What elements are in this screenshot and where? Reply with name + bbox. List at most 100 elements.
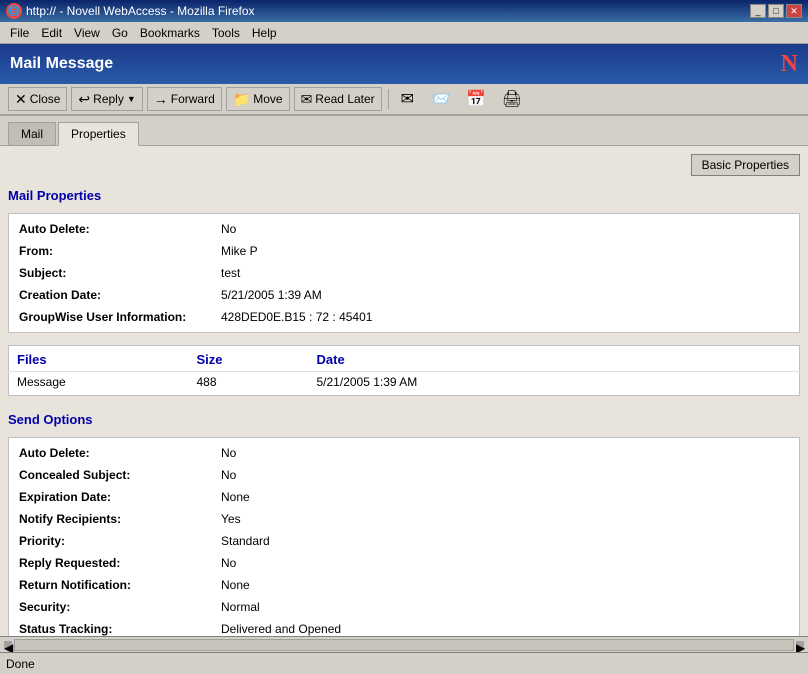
prop-label: From: — [11, 241, 211, 261]
send-options-header: Send Options — [8, 408, 800, 431]
menu-edit[interactable]: Edit — [35, 24, 68, 42]
read-later-button[interactable]: ✉ Read Later — [294, 87, 382, 111]
prop-label: Reply Requested: — [11, 553, 211, 573]
email-icon-btn[interactable]: ✉ — [395, 87, 420, 111]
basic-props-bar: Basic Properties — [8, 154, 800, 176]
mail-properties-header: Mail Properties — [8, 184, 800, 207]
prop-value: None — [213, 487, 797, 507]
reply-button[interactable]: ↩ Reply ▼ — [71, 87, 142, 111]
envelope-icon: ✉ — [401, 89, 414, 109]
read-later-icon: ✉ — [301, 91, 313, 108]
browser-icon: 🌐 — [6, 3, 22, 19]
prop-label: Notify Recipients: — [11, 509, 211, 529]
forward-label: Forward — [171, 92, 215, 106]
move-label: Move — [253, 92, 282, 106]
open-envelope-icon: 📨 — [430, 89, 450, 109]
open-icon-btn[interactable]: 📨 — [424, 87, 456, 111]
prop-value: Yes — [213, 509, 797, 529]
close-label: Close — [30, 92, 61, 106]
tab-mail[interactable]: Mail — [8, 122, 56, 145]
prop-label: Security: — [11, 597, 211, 617]
menu-view[interactable]: View — [68, 24, 106, 42]
prop-label: Auto Delete: — [11, 216, 211, 239]
prop-value: 5/21/2005 1:39 AM — [213, 285, 797, 305]
prop-value: No — [213, 440, 797, 463]
table-row: Expiration Date: None — [11, 487, 797, 507]
table-row: Auto Delete: No — [11, 440, 797, 463]
prop-value: None — [213, 575, 797, 595]
reply-icon: ↩ — [78, 91, 90, 108]
scrollbar-track[interactable] — [14, 639, 794, 651]
status-bar: Done — [0, 652, 808, 674]
menu-bookmarks[interactable]: Bookmarks — [134, 24, 206, 42]
prop-label: Status Tracking: — [11, 619, 211, 636]
table-row: Creation Date: 5/21/2005 1:39 AM — [11, 285, 797, 305]
prop-value: test — [213, 263, 797, 283]
mail-properties-table: Auto Delete: No From: Mike P Subject: te… — [8, 213, 800, 333]
app-title: Mail Message — [10, 55, 113, 73]
file-date: 5/21/2005 1:39 AM — [309, 372, 800, 396]
move-button[interactable]: 📁 Move — [226, 87, 290, 111]
prop-value: No — [213, 465, 797, 485]
tab-properties[interactable]: Properties — [58, 122, 139, 146]
table-row: Subject: test — [11, 263, 797, 283]
maximize-button[interactable]: □ — [768, 4, 784, 18]
toolbar: ✕ Close ↩ Reply ▼ → Forward 📁 Move ✉ Rea… — [0, 84, 808, 116]
close-button[interactable]: ✕ Close — [8, 87, 67, 111]
move-icon: 📁 — [233, 91, 250, 108]
scroll-left-btn[interactable]: ◀ — [4, 641, 12, 649]
table-row: From: Mike P — [11, 241, 797, 261]
forward-button[interactable]: → Forward — [147, 87, 222, 111]
prop-value: Normal — [213, 597, 797, 617]
scroll-right-btn[interactable]: ▶ — [796, 641, 804, 649]
prop-label: GroupWise User Information: — [11, 307, 211, 330]
table-row: Return Notification: None — [11, 575, 797, 595]
toolbar-separator — [388, 89, 389, 109]
status-text: Done — [6, 657, 35, 671]
files-table: Files Size Date Message 488 5/21/2005 1:… — [8, 345, 800, 396]
basic-properties-button[interactable]: Basic Properties — [691, 154, 800, 176]
close-window-button[interactable]: ✕ — [786, 4, 802, 18]
title-bar: 🌐 http:// - Novell WebAccess - Mozilla F… — [0, 0, 808, 22]
table-row: Reply Requested: No — [11, 553, 797, 573]
menu-bar: File Edit View Go Bookmarks Tools Help — [0, 22, 808, 44]
prop-value: Standard — [213, 531, 797, 551]
close-icon: ✕ — [15, 91, 27, 108]
menu-tools[interactable]: Tools — [206, 24, 246, 42]
calendar-icon-btn[interactable]: 📅 — [460, 87, 492, 111]
title-text: http:// - Novell WebAccess - Mozilla Fir… — [26, 4, 255, 18]
prop-value: Mike P — [213, 241, 797, 261]
prop-label: Creation Date: — [11, 285, 211, 305]
main-content: Basic Properties Mail Properties Auto De… — [0, 146, 808, 636]
send-options-table: Auto Delete: No Concealed Subject: No Ex… — [8, 437, 800, 636]
horizontal-scrollbar[interactable]: ◀ ▶ — [0, 636, 808, 652]
print-icon-btn[interactable]: 🖨 — [496, 87, 528, 111]
menu-go[interactable]: Go — [106, 24, 134, 42]
prop-label: Concealed Subject: — [11, 465, 211, 485]
file-name: Message — [9, 372, 189, 396]
reply-dropdown-icon[interactable]: ▼ — [127, 94, 136, 104]
table-row: Message 488 5/21/2005 1:39 AM — [9, 372, 800, 396]
prop-label: Return Notification: — [11, 575, 211, 595]
table-row: GroupWise User Information: 428DED0E.B15… — [11, 307, 797, 330]
table-row: Status Tracking: Delivered and Opened — [11, 619, 797, 636]
menu-file[interactable]: File — [4, 24, 35, 42]
tabs-bar: Mail Properties — [0, 116, 808, 146]
prop-value: Delivered and Opened — [213, 619, 797, 636]
file-size: 488 — [189, 372, 309, 396]
calendar-icon: 📅 — [466, 89, 486, 109]
table-row: Priority: Standard — [11, 531, 797, 551]
reply-label: Reply — [93, 92, 124, 106]
forward-icon: → — [154, 91, 168, 107]
table-row: Concealed Subject: No — [11, 465, 797, 485]
table-row: Security: Normal — [11, 597, 797, 617]
files-header-row: Files Size Date — [9, 346, 800, 372]
minimize-button[interactable]: _ — [750, 4, 766, 18]
prop-label: Priority: — [11, 531, 211, 551]
prop-label: Expiration Date: — [11, 487, 211, 507]
prop-label: Auto Delete: — [11, 440, 211, 463]
date-col-header: Date — [309, 346, 800, 372]
prop-value: No — [213, 216, 797, 239]
novell-logo: N — [781, 51, 798, 78]
menu-help[interactable]: Help — [246, 24, 283, 42]
